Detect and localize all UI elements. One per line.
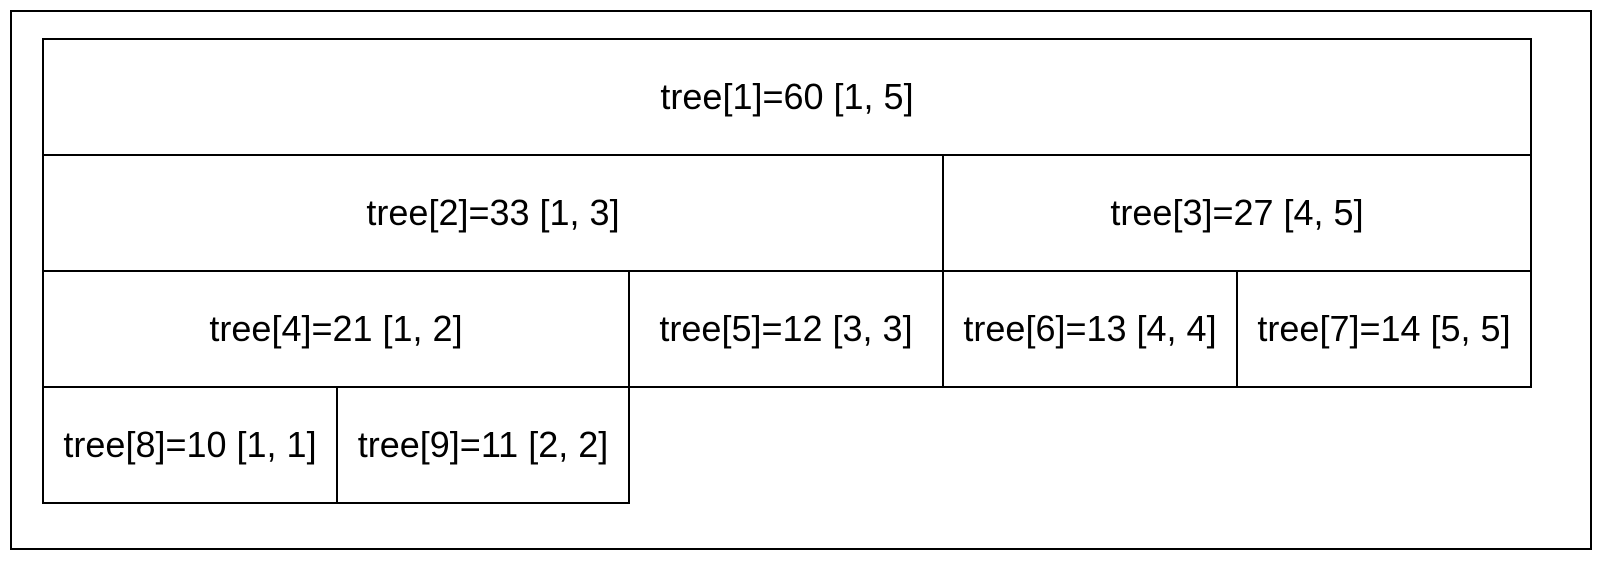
tree-node-label: tree[7]=14 [5, 5] xyxy=(1257,308,1510,350)
segment-tree: tree[1]=60 [1, 5] tree[2]=33 [1, 3] tree… xyxy=(42,38,1560,522)
tree-node-9: tree[9]=11 [2, 2] xyxy=(336,386,630,504)
tree-node-label: tree[5]=12 [3, 3] xyxy=(659,308,912,350)
tree-node-6: tree[6]=13 [4, 4] xyxy=(942,270,1238,388)
tree-node-label: tree[9]=11 [2, 2] xyxy=(358,424,609,466)
tree-node-3: tree[3]=27 [4, 5] xyxy=(942,154,1532,272)
tree-node-label: tree[6]=13 [4, 4] xyxy=(963,308,1216,350)
tree-node-4: tree[4]=21 [1, 2] xyxy=(42,270,630,388)
tree-node-5: tree[5]=12 [3, 3] xyxy=(628,270,944,388)
tree-node-label: tree[8]=10 [1, 1] xyxy=(63,424,316,466)
tree-node-label: tree[3]=27 [4, 5] xyxy=(1110,192,1363,234)
tree-node-label: tree[2]=33 [1, 3] xyxy=(366,192,619,234)
tree-node-label: tree[1]=60 [1, 5] xyxy=(660,76,913,118)
tree-node-2: tree[2]=33 [1, 3] xyxy=(42,154,944,272)
tree-node-8: tree[8]=10 [1, 1] xyxy=(42,386,338,504)
tree-node-7: tree[7]=14 [5, 5] xyxy=(1236,270,1532,388)
diagram-frame: tree[1]=60 [1, 5] tree[2]=33 [1, 3] tree… xyxy=(10,10,1592,550)
tree-node-label: tree[4]=21 [1, 2] xyxy=(209,308,462,350)
tree-node-1: tree[1]=60 [1, 5] xyxy=(42,38,1532,156)
